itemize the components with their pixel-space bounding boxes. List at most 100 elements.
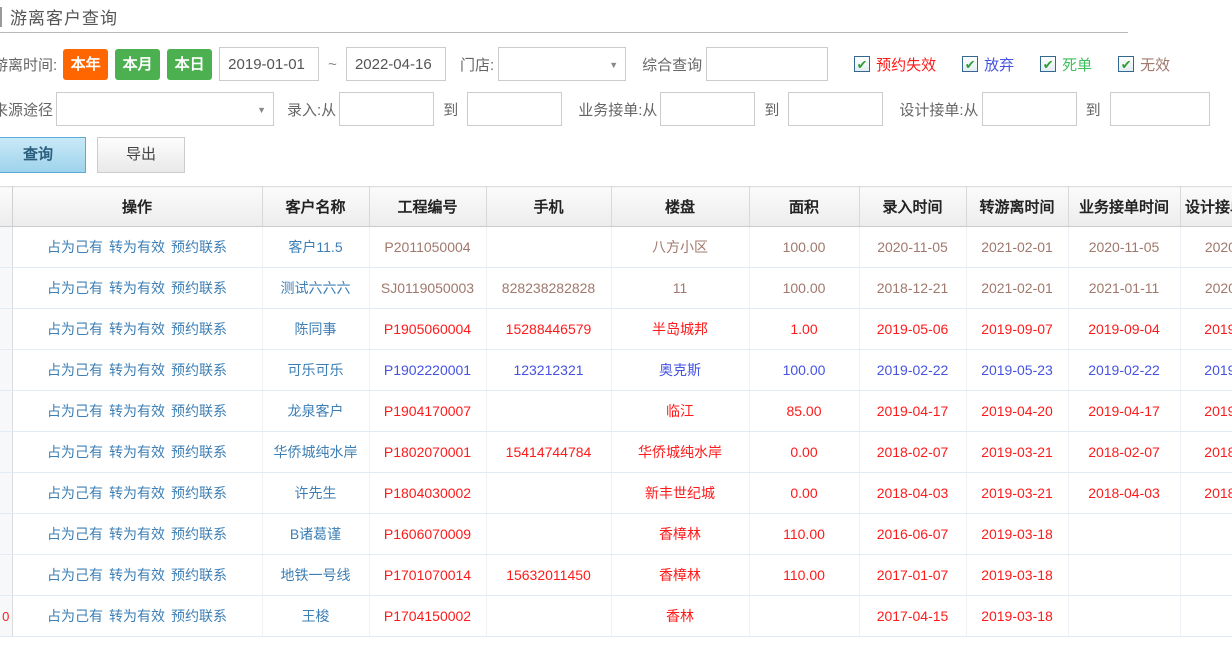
cell-sliver xyxy=(0,309,12,350)
cell-phone xyxy=(486,596,611,637)
status-checkbox-1[interactable]: ✔放弃 xyxy=(962,54,1014,75)
operation-link-2[interactable]: 预约联系 xyxy=(171,526,227,542)
operation-link-2[interactable]: 预约联系 xyxy=(171,403,227,419)
operation-link-2[interactable]: 预约联系 xyxy=(171,280,227,296)
quick-date-button-2[interactable]: 本日 xyxy=(167,49,212,80)
float-date-from-input[interactable] xyxy=(219,47,319,81)
status-checkbox-3[interactable]: ✔无效 xyxy=(1118,54,1170,75)
operation-link-0[interactable]: 占为己有 xyxy=(47,526,103,542)
cell-phone xyxy=(486,473,611,514)
cell-customer-name: 地铁一号线 xyxy=(262,555,369,596)
operation-link-0[interactable]: 占为己有 xyxy=(47,362,103,378)
customer-name-link[interactable]: 龙泉客户 xyxy=(288,403,344,419)
operation-link-1[interactable]: 转为有效 xyxy=(109,567,165,583)
operation-link-0[interactable]: 占为己有 xyxy=(47,321,103,337)
customer-name-link[interactable]: 陈同事 xyxy=(295,321,337,337)
status-checkbox-2[interactable]: ✔死单 xyxy=(1040,54,1092,75)
operation-link-0[interactable]: 占为己有 xyxy=(47,608,103,624)
operation-link-2[interactable]: 预约联系 xyxy=(171,239,227,255)
cell-float-time: 2021-02-01 xyxy=(966,227,1068,268)
biz-order-to-input[interactable] xyxy=(788,92,883,126)
cell-building: 华侨城纯水岸 xyxy=(611,432,749,473)
operation-link-2[interactable]: 预约联系 xyxy=(171,362,227,378)
cell-phone: 828238282828 xyxy=(486,268,611,309)
operation-link-1[interactable]: 转为有效 xyxy=(109,403,165,419)
float-date-to-input[interactable] xyxy=(346,47,446,81)
status-checkbox-0[interactable]: ✔预约失效 xyxy=(854,54,936,75)
cell-sliver xyxy=(0,268,12,309)
operation-link-0[interactable]: 占为己有 xyxy=(47,485,103,501)
customer-name-link[interactable]: 王梭 xyxy=(302,608,330,624)
cell-area: 100.00 xyxy=(749,227,859,268)
operation-link-2[interactable]: 预约联系 xyxy=(171,321,227,337)
design-order-to-input[interactable] xyxy=(1110,92,1210,126)
combined-query-input[interactable] xyxy=(706,47,828,81)
design-order-to-label: 到 xyxy=(1086,99,1101,120)
table-row: 占为己有转为有效预约联系 测试六六六 SJ0119050003 82823828… xyxy=(0,268,1232,309)
cell-building: 香林 xyxy=(611,596,749,637)
cell-sliver xyxy=(0,350,12,391)
cell-customer-name: 许先生 xyxy=(262,473,369,514)
customer-name-link[interactable]: 客户11.5 xyxy=(288,239,342,255)
customer-name-link[interactable]: 可乐可乐 xyxy=(288,362,344,378)
cell-operations: 占为己有转为有效预约联系 xyxy=(12,391,262,432)
operation-link-0[interactable]: 占为己有 xyxy=(47,567,103,583)
cell-float-time: 2019-03-18 xyxy=(966,514,1068,555)
customer-name-link[interactable]: 地铁一号线 xyxy=(281,567,351,583)
cell-biz-order-time xyxy=(1068,596,1180,637)
customer-name-link[interactable]: 许先生 xyxy=(295,485,337,501)
cell-design-order-time: 2020-11 xyxy=(1180,227,1232,268)
store-select[interactable]: ▼ xyxy=(498,47,626,81)
operation-link-1[interactable]: 转为有效 xyxy=(109,321,165,337)
entry-from-label: 录入:从 xyxy=(287,99,336,120)
design-order-from-input[interactable] xyxy=(982,92,1077,126)
entry-to-input[interactable] xyxy=(467,92,562,126)
customer-name-link[interactable]: 测试六六六 xyxy=(281,280,351,296)
operation-link-1[interactable]: 转为有效 xyxy=(109,485,165,501)
cell-float-time: 2019-03-18 xyxy=(966,555,1068,596)
cell-customer-name: 可乐可乐 xyxy=(262,350,369,391)
operation-link-0[interactable]: 占为己有 xyxy=(47,403,103,419)
table-header-row: 操作 客户名称 工程编号 手机 楼盘 面积 录入时间 转游离时间 业务接单时间 … xyxy=(0,187,1232,227)
quick-date-button-1[interactable]: 本月 xyxy=(115,49,160,80)
operation-link-2[interactable]: 预约联系 xyxy=(171,608,227,624)
table-row: 占为己有转为有效预约联系 地铁一号线 P1701070014 156320114… xyxy=(0,555,1232,596)
action-button-row: 查询 导出 xyxy=(0,137,1232,173)
query-button[interactable]: 查询 xyxy=(0,137,86,173)
cell-design-order-time: 2019-09 xyxy=(1180,309,1232,350)
cell-entry-time: 2016-06-07 xyxy=(859,514,966,555)
operation-link-2[interactable]: 预约联系 xyxy=(171,444,227,460)
cell-operations: 占为己有转为有效预约联系 xyxy=(12,227,262,268)
filter-row-2: 来源途径 ▼ 录入:从 到 业务接单:从 到 设计接单:从 到 xyxy=(0,90,1232,128)
operation-link-2[interactable]: 预约联系 xyxy=(171,485,227,501)
operation-link-2[interactable]: 预约联系 xyxy=(171,567,227,583)
cell-entry-time: 2018-04-03 xyxy=(859,473,966,514)
operation-link-0[interactable]: 占为己有 xyxy=(47,239,103,255)
operation-link-1[interactable]: 转为有效 xyxy=(109,280,165,296)
cell-area: 0.00 xyxy=(749,432,859,473)
operation-link-1[interactable]: 转为有效 xyxy=(109,526,165,542)
source-channel-select[interactable]: ▼ xyxy=(56,92,274,126)
design-order-from-label: 设计接单:从 xyxy=(899,99,978,120)
biz-order-from-input[interactable] xyxy=(660,92,755,126)
export-button[interactable]: 导出 xyxy=(97,137,185,173)
entry-from-input[interactable] xyxy=(339,92,434,126)
cell-entry-time: 2019-02-22 xyxy=(859,350,966,391)
customer-name-link[interactable]: B诸葛谨 xyxy=(290,526,341,542)
status-checkbox-label: 放弃 xyxy=(984,54,1014,75)
cell-customer-name: 王梭 xyxy=(262,596,369,637)
header-biz-order-time: 业务接单时间 xyxy=(1068,187,1180,227)
operation-link-0[interactable]: 占为己有 xyxy=(47,444,103,460)
operation-link-1[interactable]: 转为有效 xyxy=(109,362,165,378)
cell-entry-time: 2020-11-05 xyxy=(859,227,966,268)
header-sliver xyxy=(0,187,12,227)
cell-project-no: P1704150002 xyxy=(369,596,486,637)
operation-link-1[interactable]: 转为有效 xyxy=(109,608,165,624)
customer-name-link[interactable]: 华侨城纯水岸 xyxy=(274,444,358,460)
cell-phone xyxy=(486,227,611,268)
operation-link-1[interactable]: 转为有效 xyxy=(109,239,165,255)
quick-date-button-0[interactable]: 本年 xyxy=(63,49,108,80)
operation-link-1[interactable]: 转为有效 xyxy=(109,444,165,460)
operation-link-0[interactable]: 占为己有 xyxy=(47,280,103,296)
cell-building: 香樟林 xyxy=(611,514,749,555)
